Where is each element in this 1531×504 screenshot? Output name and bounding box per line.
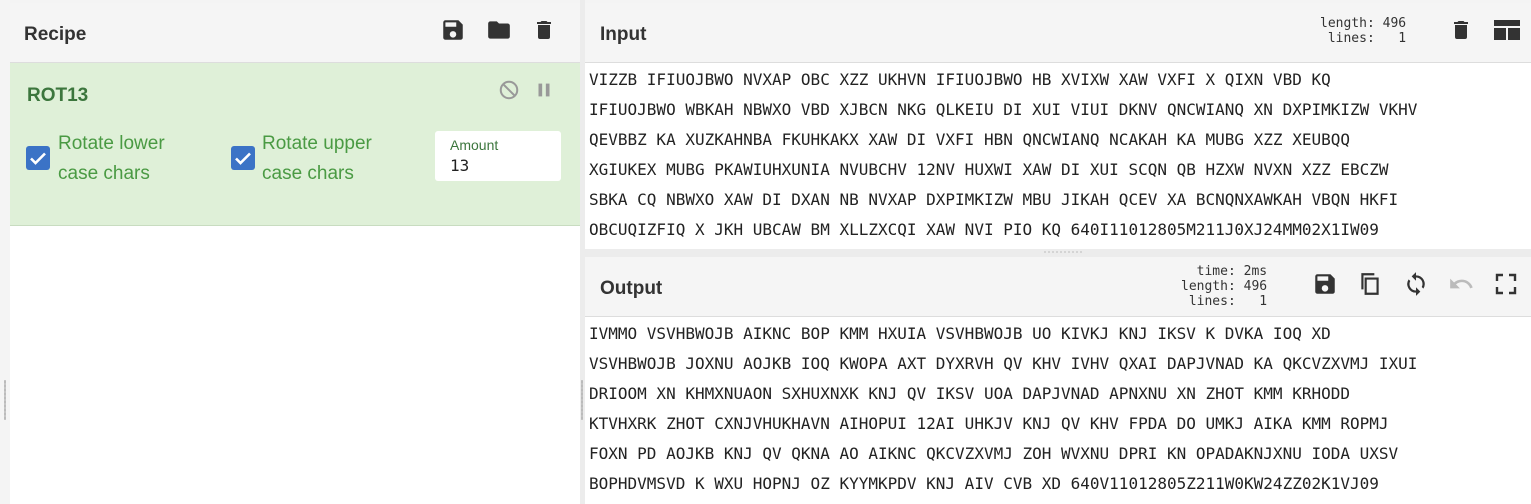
input-line: QEVBBZ KA XUZKAHNBA FKUHKAKX XAW DI VXFI… <box>589 130 1350 149</box>
clear-input-icon[interactable] <box>1449 17 1473 43</box>
output-length-label: length: <box>1181 279 1236 294</box>
input-title: Input <box>600 24 647 45</box>
output-line: VSVHBWOJB JOXNU AOJKB IOQ KWOPA AXT DYXR… <box>589 354 1418 373</box>
disable-icon[interactable] <box>498 79 520 101</box>
output-line: DRIOOM XN KHMXNUAON SXHUXNXK KNJ QV IKSV… <box>589 384 1350 403</box>
replace-input-icon[interactable] <box>1403 271 1429 297</box>
copy-icon[interactable] <box>1357 270 1383 298</box>
undo-icon[interactable] <box>1448 271 1474 297</box>
amount-label: Amount <box>450 137 499 153</box>
input-line: XGIUKEX MUBG PKAWIUHXUNIA NVUBCHV 12NV H… <box>589 160 1389 179</box>
input-line: VIZZB IFIUOJBWO NVXAP OBC XZZ UKHVN IFIU… <box>589 70 1331 89</box>
amount-field[interactable]: Amount <box>435 131 561 181</box>
input-textarea[interactable]: VIZZB IFIUOJBWO NVXAP OBC XZZ UKHVN IFIU… <box>589 65 1531 245</box>
rotate-upper-checkbox[interactable] <box>231 146 255 170</box>
output-header: Output time: 2ms length: 496 lines: 1 <box>585 257 1531 317</box>
rotate-lower-label-line2: case chars <box>58 163 150 184</box>
trash-icon[interactable] <box>532 17 556 43</box>
cyberchef-app: Recipe ROT13 Rotate lower case chars Rot… <box>0 0 1531 504</box>
recipe-title: Recipe <box>24 24 87 45</box>
recipe-header: Recipe <box>10 3 580 63</box>
rotate-lower-checkbox[interactable] <box>26 146 50 170</box>
output-panel: Output time: 2ms length: 496 lines: 1 IV… <box>585 257 1531 504</box>
input-header: Input length: 496 lines: 1 <box>585 3 1531 63</box>
input-length-label: length: <box>1320 16 1375 31</box>
rotate-upper-label: Rotate upper case chars <box>262 129 372 189</box>
output-title: Output <box>600 278 663 299</box>
output-line: KTVHXRK ZHOT CXNJVHUKHAVN AIHOPUI 12AI U… <box>589 414 1389 433</box>
input-line: IFIUOJBWO WBKAH NBWXO VBD XJBCN NKG QLKE… <box>589 100 1418 119</box>
recipe-panel: Recipe ROT13 Rotate lower case chars Rot… <box>10 3 580 504</box>
folder-icon[interactable] <box>485 17 513 43</box>
pause-icon[interactable] <box>533 79 555 101</box>
output-lines-label: lines: <box>1188 294 1236 309</box>
input-stats: length: 496 lines: 1 <box>1320 16 1406 46</box>
input-line: SBKA CQ NBWXO XAW DI DXAN NB NVXAP DXPIM… <box>589 190 1399 209</box>
rotate-lower-label: Rotate lower case chars <box>58 129 165 189</box>
reset-layout-icon[interactable] <box>1494 20 1520 40</box>
output-length-value: 496 <box>1243 279 1268 294</box>
save-output-icon[interactable] <box>1312 271 1338 297</box>
output-line: IVMMO VSVHBWOJB AIKNC BOP KMM HXUIA VSVH… <box>589 324 1331 343</box>
splitter-grip <box>1043 251 1083 253</box>
output-time-value: 2ms <box>1243 264 1268 279</box>
output-line: BOPHDVMSVD K WXU HOPNJ OZ KYYMKPDV KNJ A… <box>589 474 1379 493</box>
input-lines-value: 1 <box>1398 31 1407 46</box>
rotate-upper-label-line2: case chars <box>262 163 354 184</box>
input-panel: Input length: 496 lines: 1 VIZZB IFIUOJB… <box>585 3 1531 249</box>
rotate-upper-label-line1: Rotate upper <box>262 133 372 154</box>
input-lines-label: lines: <box>1327 31 1375 46</box>
amount-input[interactable] <box>450 156 550 175</box>
save-icon[interactable] <box>440 17 466 43</box>
output-time-label: time: <box>1196 264 1236 279</box>
left-resize-handle[interactable] <box>4 380 6 420</box>
input-line: OBCUQIZFIQ X JKH UBCAW BM XLLZXCQI XAW N… <box>589 220 1379 239</box>
output-textarea[interactable]: IVMMO VSVHBWOJB AIKNC BOP KMM HXUIA VSVH… <box>589 319 1531 499</box>
operation-rot13[interactable]: ROT13 Rotate lower case chars Rotate upp… <box>10 63 580 226</box>
output-lines-value: 1 <box>1259 294 1268 309</box>
splitter-grip <box>581 380 583 420</box>
horizontal-splitter[interactable] <box>585 249 1531 257</box>
maximize-icon[interactable] <box>1494 272 1518 296</box>
input-length-value: 496 <box>1382 16 1407 31</box>
operation-title: ROT13 <box>27 85 89 106</box>
output-stats: time: 2ms length: 496 lines: 1 <box>1181 264 1267 309</box>
output-line: FOXN PD AOJKB KNJ QV QKNA AO AIKNC QKCVZ… <box>589 444 1399 463</box>
rotate-lower-label-line1: Rotate lower <box>58 133 165 154</box>
